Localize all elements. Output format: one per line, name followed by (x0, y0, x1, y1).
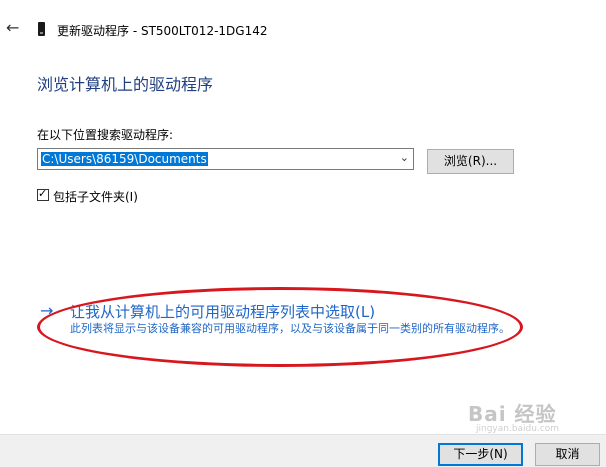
browse-button[interactable]: 浏览(R)... (427, 149, 514, 174)
watermark-logo: Bai 经验 (468, 402, 557, 426)
include-subfolders-checkbox[interactable]: ✓ (37, 187, 49, 201)
watermark-url: jingyan.baidu.com (476, 424, 560, 434)
device-drive-icon (38, 22, 45, 36)
path-combobox[interactable]: C:\Users\86159\Documents ⌄ (37, 148, 414, 170)
annotation-ellipse (37, 287, 523, 367)
checkmark-icon: ✓ (38, 187, 48, 200)
cancel-button[interactable]: 取消 (535, 443, 600, 466)
include-subfolders-label[interactable]: 包括子文件夹(I) (53, 188, 138, 205)
page-heading: 浏览计算机上的驱动程序 (37, 75, 214, 94)
back-arrow-icon[interactable]: ← (6, 20, 19, 36)
title-bar: ← 更新驱动程序 - ST500LT012-1DG142 (0, 0, 606, 60)
chevron-down-icon[interactable]: ⌄ (400, 151, 409, 164)
window-title: 更新驱动程序 - ST500LT012-1DG142 (57, 24, 268, 38)
search-location-label: 在以下位置搜索驱动程序: (37, 128, 174, 142)
path-input[interactable]: C:\Users\86159\Documents (41, 152, 208, 166)
next-button[interactable]: 下一步(N) (438, 443, 523, 466)
